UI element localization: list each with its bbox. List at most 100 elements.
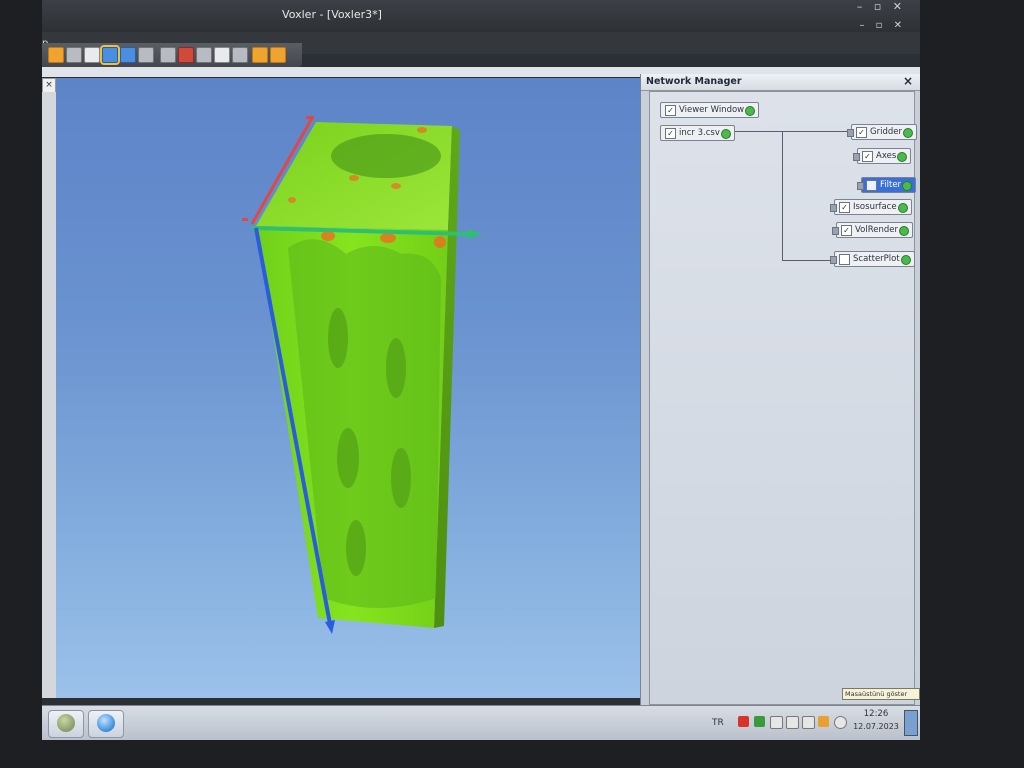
- volume-streak: [328, 308, 348, 368]
- node-scatterplot[interactable]: ScatterPlot: [830, 251, 915, 267]
- volume-hotspot: [391, 183, 401, 189]
- volume-streak: [386, 338, 406, 398]
- axis-tick-mark: [306, 116, 314, 119]
- film-icon[interactable]: [66, 47, 82, 63]
- network-canvas[interactable]: ✓ Viewer Window ✓ incr 3.csv ✓ Gridder ✓…: [649, 91, 917, 705]
- node-label: Gridder: [870, 127, 902, 137]
- node-label: VolRender: [855, 225, 898, 235]
- select-icon[interactable]: [252, 47, 268, 63]
- restore-button[interactable]: ▫: [874, 0, 881, 13]
- node-gridder[interactable]: ✓ Gridder: [847, 124, 917, 140]
- volume-streak: [346, 520, 366, 576]
- node-label: Viewer Window: [679, 105, 745, 115]
- input-port-icon[interactable]: [830, 256, 837, 264]
- input-port-icon[interactable]: [832, 227, 839, 235]
- viewer-window[interactable]: [56, 78, 646, 698]
- output-port-icon[interactable]: [897, 152, 908, 162]
- node-checkbox[interactable]: ✓: [862, 151, 873, 162]
- title-bar: Voxler - [Voxler3*] – ▫ ✕ – ▫ ✕: [42, 0, 920, 32]
- antivirus-tray-icon[interactable]: [738, 716, 749, 727]
- trackball-icon[interactable]: [214, 47, 230, 63]
- side-view-icon[interactable]: [120, 47, 136, 63]
- volume-streak: [337, 428, 359, 488]
- clock-time: 12:26: [863, 709, 889, 719]
- network-manager-close-button[interactable]: ×: [903, 74, 913, 88]
- node-checkbox[interactable]: ✓: [665, 128, 676, 139]
- print-icon[interactable]: [160, 47, 176, 63]
- node-label: Isosurface: [853, 202, 897, 212]
- input-port-icon[interactable]: [847, 129, 854, 137]
- taskbar-clock[interactable]: 12:26 12.07.2023: [848, 709, 904, 731]
- window-title: Voxler - [Voxler3*]: [282, 8, 382, 21]
- input-port-icon[interactable]: [830, 204, 837, 212]
- node-axes[interactable]: ✓ Axes: [853, 148, 912, 164]
- output-port-icon[interactable]: [745, 106, 756, 116]
- export-icon[interactable]: [178, 47, 194, 63]
- clock-date: 12.07.2023: [853, 722, 899, 731]
- node-label: ScatterPlot: [853, 254, 900, 264]
- node-filter[interactable]: ✓ Filter: [857, 177, 917, 193]
- doc-restore-button[interactable]: ▫: [876, 20, 883, 31]
- volume-hotspot: [321, 231, 335, 241]
- show-desktop-tooltip: Masaüstünü göster: [842, 688, 920, 700]
- volume-hotspot: [349, 175, 359, 181]
- output-port-icon[interactable]: [900, 255, 911, 265]
- output-port-icon[interactable]: [898, 226, 909, 236]
- network-manager-panel: Network Manager × ✓ Viewer Window ✓ incr…: [640, 74, 920, 706]
- volume-tray-icon[interactable]: [834, 716, 847, 729]
- minimize-button[interactable]: –: [857, 0, 863, 13]
- camera-icon[interactable]: [196, 47, 212, 63]
- close-button[interactable]: ✕: [893, 0, 902, 13]
- top-view-icon[interactable]: [138, 47, 154, 63]
- node-checkbox[interactable]: ✓: [856, 127, 867, 138]
- taskbar-app-voxler[interactable]: [48, 710, 84, 738]
- volume-render-canvas[interactable]: [56, 78, 646, 698]
- flag-tray-icon[interactable]: [770, 716, 783, 729]
- view-cube-icon[interactable]: [100, 45, 120, 65]
- usb-tray-icon[interactable]: [802, 716, 815, 729]
- node-checkbox[interactable]: [839, 254, 850, 265]
- node-checkbox[interactable]: ✓: [841, 225, 852, 236]
- zoom-icon[interactable]: [232, 47, 248, 63]
- volume-hotspot: [434, 236, 446, 248]
- taskbar-app-browser[interactable]: [88, 710, 124, 738]
- left-dock-strip: [42, 92, 57, 698]
- network-manager-title: Network Manager: [646, 76, 742, 87]
- voxler-app-icon: [57, 714, 75, 732]
- document-tray-icon[interactable]: [786, 716, 799, 729]
- network-manager-title-bar: Network Manager ×: [641, 74, 920, 91]
- network-app-tray-icon[interactable]: [754, 716, 765, 727]
- connection-wire: [782, 131, 783, 261]
- node-checkbox[interactable]: ✓: [866, 180, 877, 191]
- connection-wire: [782, 260, 832, 261]
- input-port-icon[interactable]: [853, 153, 860, 161]
- node-checkbox[interactable]: ✓: [665, 105, 676, 116]
- node-volrender[interactable]: ✓ VolRender: [832, 222, 913, 238]
- probe-icon[interactable]: [270, 47, 286, 63]
- hand-tool-icon[interactable]: [48, 47, 64, 63]
- output-port-icon[interactable]: [902, 128, 913, 138]
- z-axis-arrow: [468, 229, 482, 239]
- node-label: Axes: [876, 151, 897, 161]
- language-indicator[interactable]: TR: [712, 718, 724, 728]
- taskbar: TR 12:26 12.07.2023: [42, 705, 920, 740]
- output-port-icon[interactable]: [897, 203, 908, 213]
- show-desktop-button[interactable]: [904, 710, 918, 736]
- output-port-icon[interactable]: [720, 129, 731, 139]
- volume-streak: [391, 448, 411, 508]
- y-axis-arrow: [325, 620, 335, 634]
- node-viewer-window[interactable]: ✓ Viewer Window: [660, 102, 760, 118]
- node-data-source[interactable]: ✓ incr 3.csv: [660, 125, 735, 141]
- input-port-icon[interactable]: [857, 182, 864, 190]
- document-window-controls: – ▫ ✕: [851, 20, 902, 31]
- volume-hotspot: [288, 197, 296, 203]
- node-isosurface[interactable]: ✓ Isosurface: [830, 199, 912, 215]
- doc-minimize-button[interactable]: –: [859, 20, 864, 31]
- node-checkbox[interactable]: ✓: [839, 202, 850, 213]
- output-port-icon[interactable]: [902, 181, 913, 191]
- signal-tray-icon[interactable]: [818, 716, 829, 727]
- node-label: Filter: [880, 180, 902, 190]
- screen: Voxler - [Voxler3*] – ▫ ✕ – ▫ ✕ p ×: [42, 0, 920, 740]
- home-view-icon[interactable]: [84, 47, 100, 63]
- doc-close-button[interactable]: ✕: [894, 20, 902, 31]
